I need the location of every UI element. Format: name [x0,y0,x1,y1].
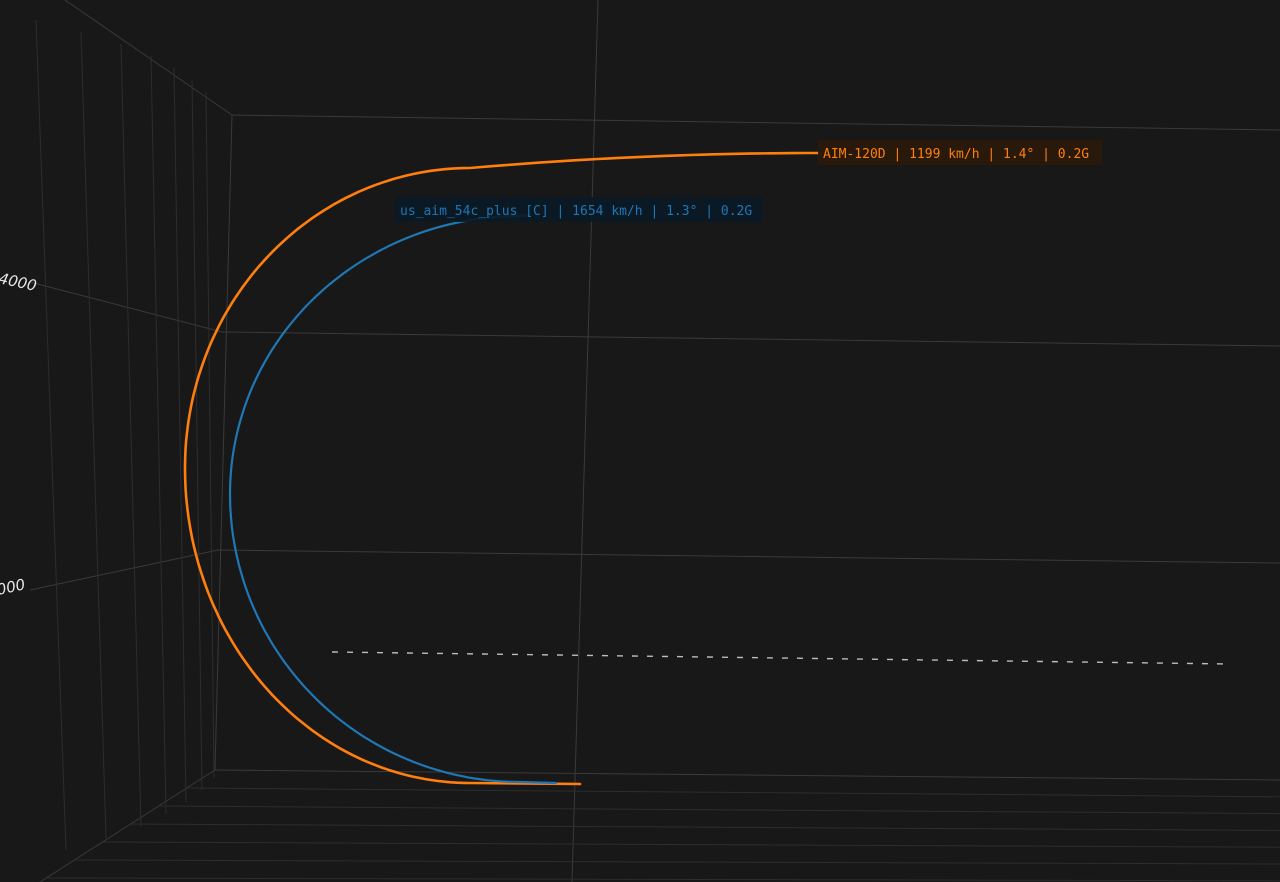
series-label-text: us_aim_54c_plus [C] | 1654 km/h | 1.3° |… [400,204,752,219]
grid-box-edge [214,114,233,771]
grid-line-side-depth [173,67,187,803]
grid-line-side-depth [35,19,67,851]
grid-line-side-depth [205,91,215,779]
grid-line-side-depth [80,31,107,839]
grid-line-horizontal [217,549,1280,564]
grid-line-side [29,549,219,591]
chart-canvas[interactable]: 4000 000 AIM-120D | 1199 km/h | 1.4° | 0… [0,0,1280,882]
z-tick-label: 4000 [0,269,38,295]
series-layer [183,151,1231,786]
grid-box-edge [214,769,1280,781]
grid-line-side [29,281,223,333]
grid-line-floor [158,805,1280,815]
grid-line-side-depth [150,55,167,815]
chart-3d-view[interactable]: 4000 000 AIM-120D | 1199 km/h | 1.4° | 0… [0,0,1280,882]
grid-box-edge [571,0,599,882]
series-label-aim-54c: us_aim_54c_plus [C] | 1654 km/h | 1.3° |… [395,197,763,222]
series-label-text: AIM-120D | 1199 km/h | 1.4° | 0.2G [823,147,1089,162]
grid-line-floor [102,841,1280,848]
series-label-aim-120d: AIM-120D | 1199 km/h | 1.4° | 0.2G [818,140,1102,165]
grid-box-edge [64,0,233,116]
grid-line-horizontal [221,331,1280,347]
grid-line-floor [46,877,1280,882]
tick-layer: 4000 000 [0,269,38,599]
grid-line-side-depth [191,79,203,791]
reference-line-dashed [331,651,1231,665]
series-line-aim-54c[interactable] [228,213,558,785]
z-tick-label: 000 [0,575,27,599]
grid-box-edge [39,769,216,882]
grid-line-floor [186,787,1280,798]
series-line-aim-120d[interactable] [183,151,820,786]
grid-line-floor [130,823,1280,831]
grid-box-edge [231,114,1280,131]
grid-layer [29,0,1280,882]
grid-line-floor [74,859,1280,865]
grid-line-side-depth [120,43,142,827]
